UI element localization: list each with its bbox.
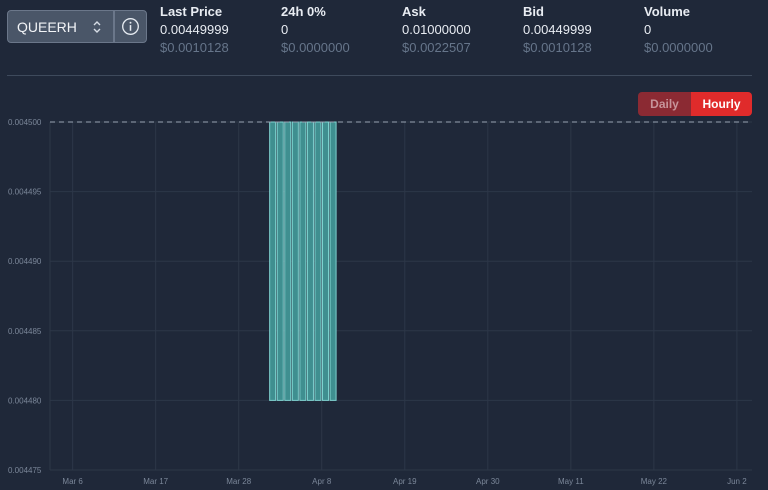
price-bar <box>329 121 337 401</box>
price-chart: 0.004500 0.004495 0.004490 0.004485 0.004480… <box>8 118 752 486</box>
y-tick-label: 0.004480 <box>8 396 42 405</box>
price-bar <box>321 121 330 401</box>
x-tick-label: Mar 6 <box>62 477 83 486</box>
hourly-button[interactable]: Hourly <box>691 92 752 116</box>
x-tick-label: Apr 19 <box>393 477 417 486</box>
price-bar <box>299 121 307 401</box>
x-tick-label: Apr 30 <box>476 477 500 486</box>
y-tick-label: 0.004475 <box>8 466 42 475</box>
x-tick-label: May 22 <box>641 477 668 486</box>
x-tick-label: Mar 28 <box>226 477 251 486</box>
y-tick-label: 0.004490 <box>8 257 42 266</box>
y-tick-label: 0.004495 <box>8 188 42 197</box>
x-tick-label: Apr 8 <box>312 477 332 486</box>
price-bar <box>276 121 284 401</box>
price-bar <box>291 121 299 401</box>
x-tick-label: Mar 17 <box>143 477 168 486</box>
interval-toggle: Daily Hourly <box>638 92 752 116</box>
price-bar <box>269 121 277 401</box>
y-tick-label: 0.004485 <box>8 327 42 336</box>
price-bar <box>314 121 322 401</box>
daily-button[interactable]: Daily <box>638 92 691 116</box>
price-bar <box>306 121 314 401</box>
x-tick-label: May 11 <box>558 477 584 486</box>
price-bar <box>284 121 292 401</box>
y-tick-label: 0.004500 <box>8 118 42 127</box>
x-tick-label: Jun 2 <box>727 477 747 486</box>
